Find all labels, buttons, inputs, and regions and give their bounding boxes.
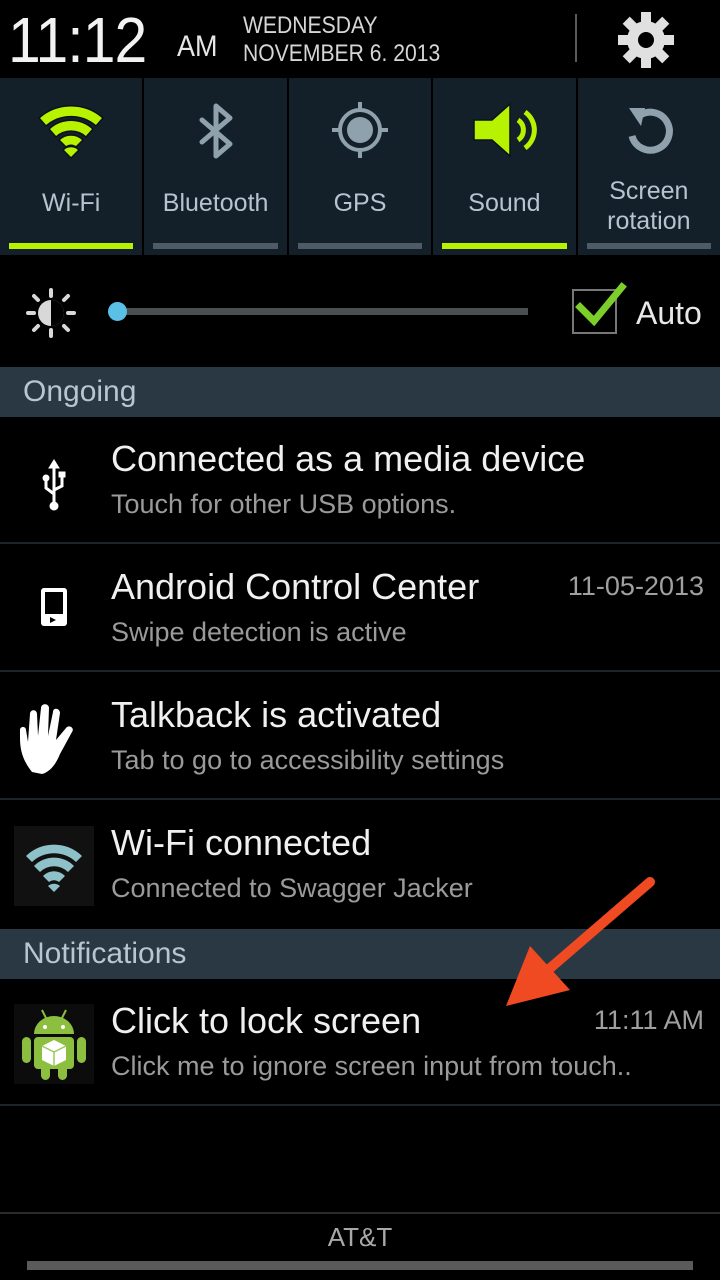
toggle-label: Sound (468, 189, 541, 217)
notification-title: Talkback is activated (111, 694, 442, 735)
usb-icon (42, 459, 66, 511)
phone-icon (41, 588, 67, 626)
section-header-notifications: Notifications (0, 929, 720, 979)
notification-subtitle: Click me to ignore screen input from tou… (111, 1051, 632, 1081)
notification-time: 11-05-2013 (567, 571, 704, 601)
gps-icon (332, 102, 389, 158)
android-icon (14, 1004, 94, 1084)
footer-divider (0, 1212, 720, 1214)
notification-subtitle: Touch for other USB options. (111, 489, 457, 519)
toggle-gps[interactable]: GPS (288, 78, 432, 255)
auto-brightness-label: Auto (636, 295, 702, 331)
section-title: Notifications (23, 937, 187, 970)
brightness-slider-thumb[interactable] (108, 302, 127, 321)
section-title: Ongoing (23, 375, 137, 408)
toggle-indicator-off (586, 243, 712, 249)
toggle-label: Wi-Fi (42, 189, 101, 217)
toggle-indicator-off (153, 243, 278, 249)
notification-android-control-center[interactable]: Android Control Center 11-05-2013 Swipe … (0, 546, 720, 672)
drag-handle[interactable] (27, 1261, 693, 1270)
bluetooth-icon (199, 103, 233, 159)
header-divider (575, 14, 577, 62)
notification-subtitle: Connected to Swagger Jacker (111, 873, 473, 903)
speaker-icon (473, 102, 538, 158)
toggle-label-line1: Screen (609, 177, 689, 205)
notification-subtitle: Tab to go to accessibility settings (111, 745, 505, 775)
clock-time: 11:12 (8, 4, 147, 76)
toggle-indicator-off (297, 243, 423, 249)
notification-title: Android Control Center (111, 566, 480, 607)
toggle-indicator-on (442, 243, 567, 249)
rotation-icon (628, 108, 673, 154)
brightness-icon (26, 288, 76, 338)
toggle-bluetooth[interactable]: Bluetooth (144, 78, 287, 255)
hand-icon (20, 704, 73, 774)
checkmark-icon (575, 282, 627, 327)
toggle-screen-rotation[interactable]: Screen rotation (577, 78, 720, 255)
notification-usb[interactable]: Connected as a media device Touch for ot… (0, 418, 720, 544)
wifi-icon (38, 105, 105, 160)
toggle-wifi[interactable]: Wi-Fi (0, 78, 143, 255)
notification-lock-screen[interactable]: Click to lock screen 11:11 AM Click me t… (0, 980, 720, 1106)
quick-settings-panel: Wi-Fi Bluetooth GPS Sound Screen rotatio… (0, 78, 720, 255)
notification-title: Wi-Fi connected (111, 822, 372, 863)
toggle-label: Bluetooth (162, 189, 269, 217)
brightness-row: Auto (0, 255, 720, 367)
notification-wifi-connected[interactable]: Wi-Fi connected Connected to Swagger Jac… (0, 802, 720, 928)
notification-talkback[interactable]: Talkback is activated Tab to go to acces… (0, 674, 720, 800)
brightness-slider-track[interactable] (118, 308, 528, 315)
date-display[interactable]: WEDNESDAY NOVEMBER 6. 2013 (243, 12, 440, 68)
notification-subtitle: Swipe detection is active (111, 617, 407, 647)
notification-time: 11:11 AM (593, 1005, 704, 1035)
clock-ampm: AM (177, 30, 218, 63)
gear-icon[interactable] (616, 10, 676, 70)
carrier-label: AT&T (327, 1222, 393, 1252)
toggle-sound[interactable]: Sound (433, 78, 576, 255)
toggle-label-line2: rotation (607, 207, 691, 235)
status-header: 11:12 AM WEDNESDAY NOVEMBER 6. 2013 (0, 0, 720, 78)
toggle-label: Screen rotation (578, 176, 720, 236)
notification-title: Connected as a media device (111, 438, 586, 479)
auto-brightness-checkbox[interactable] (572, 282, 627, 334)
notification-title: Click to lock screen (111, 1000, 422, 1041)
weekday-label: WEDNESDAY (243, 12, 378, 39)
toggle-label: GPS (333, 189, 387, 217)
wifi-icon (14, 826, 94, 906)
toggle-indicator-on (9, 243, 134, 249)
section-header-ongoing: Ongoing (0, 367, 720, 417)
date-label: NOVEMBER 6. 2013 (243, 40, 441, 67)
